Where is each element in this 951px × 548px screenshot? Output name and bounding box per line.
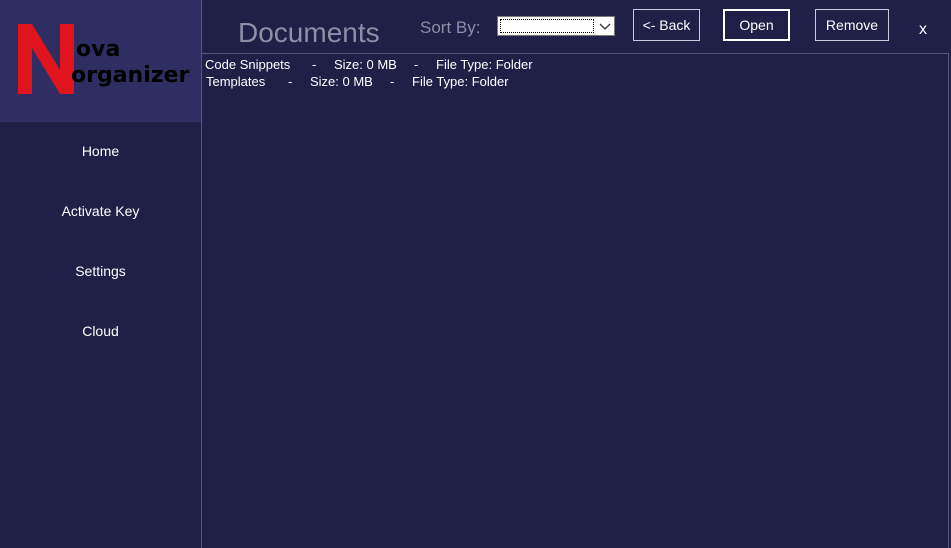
app-window: ova organizer Home Activate Key Settings…: [0, 0, 951, 548]
sidebar-item-settings[interactable]: Settings: [0, 251, 201, 291]
logo-text-line1: ova: [76, 37, 121, 62]
item-size: Size: 0 MB: [334, 57, 397, 72]
item-type: File Type: Folder: [412, 74, 509, 89]
item-separator: -: [390, 74, 395, 89]
item-type: File Type: Folder: [436, 57, 533, 72]
sidebar-item-label: Activate Key: [61, 203, 140, 219]
back-button[interactable]: <- Back: [633, 9, 700, 41]
logo-text-line2: organizer: [71, 63, 190, 88]
list-item[interactable]: Code Snippets - Size: 0 MB - File Type: …: [205, 56, 945, 73]
sidebar-item-home[interactable]: Home: [0, 131, 201, 171]
close-button[interactable]: x: [913, 20, 933, 40]
page-title: Documents: [238, 17, 380, 48]
open-button[interactable]: Open: [723, 9, 790, 41]
chevron-down-icon[interactable]: [596, 17, 614, 35]
sidebar-item-label: Settings: [75, 263, 126, 279]
remove-button[interactable]: Remove: [815, 9, 889, 41]
sort-by-label: Sort By:: [420, 18, 481, 37]
sort-by-dropdown[interactable]: [497, 16, 615, 36]
item-separator: -: [312, 57, 317, 72]
item-separator: -: [288, 74, 293, 89]
sort-by-value: [500, 19, 594, 33]
logo-panel: ova organizer: [0, 0, 201, 122]
logo-n-glyph: [18, 24, 74, 94]
sidebar-item-activate-key[interactable]: Activate Key: [0, 191, 201, 231]
file-list[interactable]: Code Snippets - Size: 0 MB - File Type: …: [202, 53, 949, 548]
item-name: Code Snippets: [205, 57, 291, 72]
sidebar: ova organizer Home Activate Key Settings…: [0, 0, 201, 548]
item-separator: -: [414, 57, 419, 72]
sidebar-item-cloud[interactable]: Cloud: [0, 311, 201, 351]
list-item[interactable]: Templates - Size: 0 MB - File Type: Fold…: [205, 73, 945, 90]
sidebar-item-label: Cloud: [82, 323, 119, 339]
item-name: Templates: [206, 74, 266, 89]
item-size: Size: 0 MB: [310, 74, 373, 89]
sidebar-item-label: Home: [81, 143, 120, 159]
